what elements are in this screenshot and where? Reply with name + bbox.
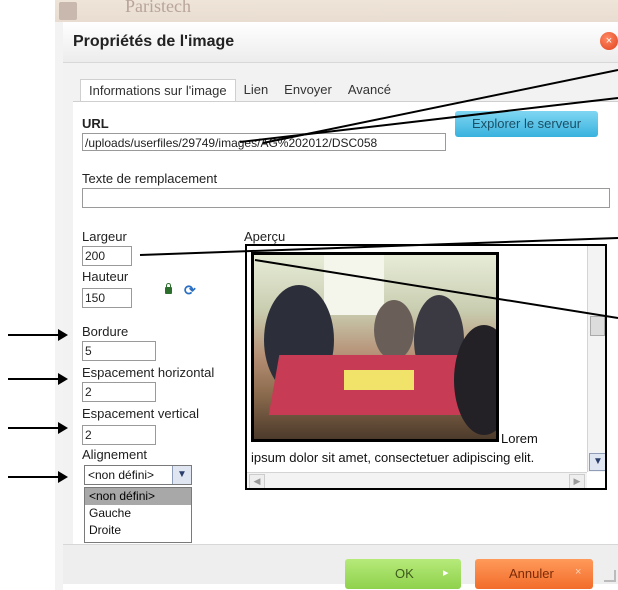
photo-window (324, 255, 384, 315)
preview-text-line: ipsum dolor sit amet, consectetuer adipi… (251, 450, 535, 465)
resize-grip-icon[interactable] (604, 570, 616, 582)
dialog-title: Propriétés de l'image (73, 33, 235, 50)
width-input[interactable]: 200 (82, 246, 132, 266)
preview-pane: Lorem ipsum dolor sit amet, consectetuer… (245, 244, 607, 490)
width-label: Largeur (82, 229, 127, 244)
cancel-label: Annuler (509, 566, 554, 581)
ok-label: OK (395, 566, 414, 581)
photo-cloth (344, 370, 414, 390)
hspace-input[interactable]: 2 (82, 382, 156, 402)
alt-text-input[interactable] (82, 188, 610, 208)
border-label: Bordure (82, 324, 129, 339)
scrollbar-thumb[interactable] (590, 316, 605, 336)
chevron-down-icon[interactable]: ▼ (589, 453, 605, 471)
height-label: Hauteur (82, 269, 129, 284)
url-input[interactable]: /uploads/userfiles/29749/images/AG%20201… (82, 133, 446, 151)
preview-text-inline: Lorem (501, 431, 538, 446)
height-input[interactable]: 150 (82, 288, 132, 308)
scroll-right-icon[interactable]: ▶ (569, 474, 585, 488)
preview-photo (251, 252, 499, 442)
ok-button[interactable]: OK ▸ (345, 559, 461, 589)
scroll-left-icon[interactable]: ◀ (249, 474, 265, 488)
chevron-down-icon[interactable]: ▼ (172, 466, 191, 484)
hspace-label: Espacement horizontal (82, 365, 215, 380)
tab-image-info[interactable]: Informations sur l'image (80, 79, 236, 102)
border-input[interactable]: 5 (82, 341, 156, 361)
tab-advanced[interactable]: Avancé (340, 79, 399, 101)
tab-upload[interactable]: Envoyer (276, 79, 340, 101)
lock-icon[interactable] (165, 283, 172, 294)
photo-figure-4 (374, 300, 414, 360)
browse-server-button[interactable]: Explorer le serveur (455, 111, 598, 137)
close-icon: × (575, 566, 582, 578)
alignment-selected-value: <non défini> (88, 468, 155, 482)
background-logo-text: Paristech (125, 0, 191, 16)
reset-size-icon[interactable]: ⟳ (184, 283, 197, 297)
arrow-right-icon: ▸ (443, 567, 449, 579)
alignment-dropdown[interactable]: <non défini> Gauche Droite (84, 487, 192, 543)
alignment-option-undefined[interactable]: <non défini> (85, 488, 191, 505)
alignment-label: Alignement (82, 447, 148, 462)
alignment-option-right[interactable]: Droite (85, 522, 191, 539)
tab-bar: Informations sur l'image Lien Envoyer Av… (80, 79, 399, 102)
image-properties-dialog: Propriétés de l'image × Informations sur… (63, 22, 618, 590)
close-icon[interactable]: × (600, 32, 618, 50)
tab-link[interactable]: Lien (236, 79, 277, 101)
preview-horizontal-scrollbar[interactable]: ◀ ▶ (247, 472, 587, 488)
vspace-input[interactable]: 2 (82, 425, 156, 445)
background-page-header: Paristech (55, 0, 618, 22)
preview-vertical-scrollbar[interactable]: ▼ (587, 246, 605, 472)
cancel-button[interactable]: Annuler × (475, 559, 593, 589)
url-label: URL (82, 116, 109, 131)
dialog-title-bar[interactable]: Propriétés de l'image × (63, 22, 618, 63)
background-logo-mark (59, 2, 77, 20)
preview-label: Aperçu (244, 229, 286, 244)
alt-text-label: Texte de remplacement (82, 171, 218, 186)
alignment-option-left[interactable]: Gauche (85, 505, 191, 522)
alignment-select[interactable]: <non défini> ▼ (84, 465, 192, 485)
vspace-label: Espacement vertical (82, 406, 200, 421)
dialog-footer: OK ▸ Annuler × (63, 544, 618, 589)
